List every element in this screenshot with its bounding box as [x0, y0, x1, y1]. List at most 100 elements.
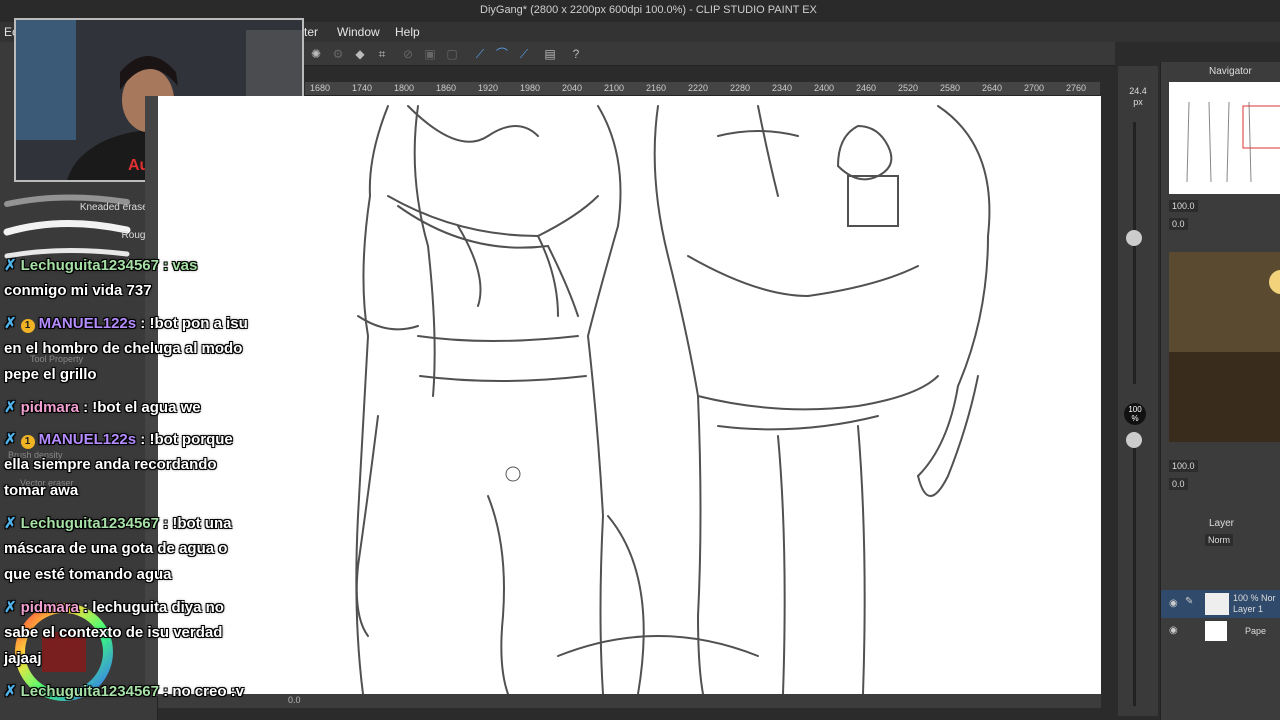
clear-icon[interactable]: ▢: [444, 46, 460, 62]
ruler-tick: 2760: [1066, 83, 1087, 93]
ruler-tick: 2040: [562, 83, 583, 93]
ruler-tick: 2220: [688, 83, 709, 93]
level-badge-icon: 1: [20, 435, 35, 449]
chat-message: jajaaj: [4, 650, 42, 667]
layer1-thumbnail: [1205, 593, 1229, 615]
horizontal-ruler: 1680 1740 1800 1860 1920 1980 2040 2100 …: [305, 82, 1100, 96]
menu-item-filter[interactable]: ter: [304, 25, 318, 39]
sun-icon[interactable]: ✺: [308, 46, 324, 62]
crop-icon[interactable]: ⌗: [374, 46, 390, 62]
chat-text: : no creo :v: [163, 683, 245, 700]
paper-thumbnail: [1205, 621, 1227, 641]
layer-row-paper[interactable]: ◉ Pape: [1161, 618, 1280, 644]
chat-message: conmigo mi vida 737: [4, 282, 152, 299]
ruler-tick: 1680: [310, 83, 331, 93]
polyline-icon[interactable]: ⟋: [516, 46, 532, 62]
layer1-name: Layer 1: [1233, 604, 1264, 614]
chat-text: máscara de una gota de agua o: [4, 540, 228, 557]
gear-icon[interactable]: ⚙: [330, 46, 346, 62]
chat-message: en el hombro de cheluga al modo: [4, 340, 242, 357]
ruler-tick: 1800: [394, 83, 415, 93]
chat-message: ✗ 1 MANUEL122s : !bot pon a isu: [4, 314, 248, 333]
chat-message: ella siempre anda recordando: [4, 456, 217, 473]
chat-text: sabe el contexto de isu verdad: [4, 624, 223, 641]
sub-zoom-field[interactable]: 100.0: [1169, 460, 1198, 472]
layer-panel-title: Layer: [1209, 518, 1235, 529]
sword-badge-icon: ✗: [4, 399, 17, 416]
sword-badge-icon: ✗: [4, 683, 17, 700]
ruler-tick: 2460: [856, 83, 877, 93]
app-window: DiyGang* (2800 x 2200px 600dpi 100.0%) -…: [0, 0, 1280, 720]
chat-text: que esté tomando agua: [4, 566, 172, 583]
ruler-tick: 1980: [520, 83, 541, 93]
brush-size-value: 24.4: [1129, 86, 1147, 96]
opacity-unit: %: [1131, 414, 1139, 423]
chat-message: ✗ pidmara : lechuguita diya no: [4, 598, 224, 616]
chat-message: sabe el contexto de isu verdad: [4, 624, 222, 641]
chat-text: : !bot el agua we: [83, 399, 201, 416]
chat-message: pepe el grillo: [4, 366, 97, 383]
ruler-tick: 2100: [604, 83, 625, 93]
chat-text: : !bot una: [163, 515, 232, 532]
layer1-info: 100 % Nor: [1233, 593, 1276, 603]
command-bar: ✺ ⚙ ◆ ⌗ ⊘ ▣ ▢ ⟋ ⌒ ⟋ ▤ ?: [300, 42, 1115, 66]
ruler-tick: 2640: [982, 83, 1003, 93]
flip-icon[interactable]: ▣: [422, 46, 438, 62]
sword-badge-icon: ✗: [4, 515, 17, 532]
chat-username: Lechuguita1234567: [20, 515, 159, 532]
ruler-tick: 2400: [814, 83, 835, 93]
sword-badge-icon: ✗: [4, 431, 17, 448]
chat-message: ✗ Lechuguita1234567 : vas: [4, 256, 197, 274]
sub-angle-field[interactable]: 0.0: [1169, 478, 1188, 490]
opacity-track[interactable]: [1133, 438, 1136, 706]
navigator-view-frame[interactable]: [1242, 105, 1280, 149]
ruler-tick: 2580: [940, 83, 961, 93]
ruler-tick: 1740: [352, 83, 373, 93]
nav-angle-field[interactable]: 0.0: [1169, 218, 1188, 230]
menu-item-window[interactable]: Window: [337, 25, 380, 39]
navigator-thumbnail-image: [1186, 101, 1280, 183]
chat-text: : !bot porque: [140, 431, 233, 448]
chat-text: en el hombro de cheluga al modo: [4, 340, 243, 357]
chat-overlay: ✗ Lechuguita1234567 : vas conmigo mi vida…: [0, 256, 300, 716]
chat-partial: Lechuguita1234567 : vas: [20, 257, 198, 274]
eye-icon[interactable]: ◉: [1169, 598, 1178, 609]
reference-image: [1169, 252, 1280, 442]
chat-message: ✗ pidmara : !bot el agua we: [4, 398, 201, 416]
ruler-tick: 2340: [772, 83, 793, 93]
fill-icon[interactable]: ◆: [352, 46, 368, 62]
blend-mode-select[interactable]: Norm: [1205, 534, 1233, 546]
opacity-knob[interactable]: [1126, 432, 1142, 448]
nav-zoom-field[interactable]: 100.0: [1169, 200, 1198, 212]
layer-row-layer1[interactable]: ◉ ✎ 100 % Nor Layer 1: [1161, 590, 1280, 618]
pen-icon: ✎: [1185, 596, 1194, 607]
chat-message: tomar awa: [4, 482, 78, 499]
sword-badge-icon: ✗: [4, 315, 17, 332]
chat-message: que esté tomando agua: [4, 566, 172, 583]
chat-username: MANUEL122s: [38, 431, 137, 448]
navigator-title: Navigator: [1209, 66, 1252, 77]
brush-size-knob[interactable]: [1126, 230, 1142, 246]
sword-badge-icon: ✗: [4, 599, 17, 616]
ruler-tick: 1860: [436, 83, 457, 93]
menu-item-help[interactable]: Help: [395, 25, 420, 39]
opacity-value: 100: [1128, 405, 1142, 414]
ruler-icon[interactable]: ▤: [542, 46, 558, 62]
navigator-preview[interactable]: [1169, 82, 1280, 194]
chat-username: MANUEL122s: [38, 315, 137, 332]
chat-message: ✗ Lechuguita1234567 : !bot una: [4, 514, 231, 532]
chat-text: : lechuguita diya no: [83, 599, 224, 616]
help-icon[interactable]: ?: [568, 46, 584, 62]
chat-message: máscara de una gota de agua o: [4, 540, 227, 557]
eye-icon[interactable]: ◉: [1169, 625, 1178, 636]
sub-view-preview[interactable]: [1169, 252, 1280, 442]
curve-icon[interactable]: ⌒: [494, 46, 510, 62]
line-icon[interactable]: ⟋: [472, 46, 488, 62]
chat-username: Lechuguita1234567: [20, 683, 159, 700]
brush-size-track[interactable]: [1133, 122, 1136, 384]
chat-text: tomar awa: [4, 482, 79, 499]
chat-message: ✗ 1 MANUEL122s : !bot porque: [4, 430, 233, 449]
brush-kneaded-eraser[interactable]: Kneaded eraser: [80, 202, 151, 213]
chat-text: pepe el grillo: [4, 366, 97, 383]
transform-icon[interactable]: ⊘: [400, 46, 416, 62]
